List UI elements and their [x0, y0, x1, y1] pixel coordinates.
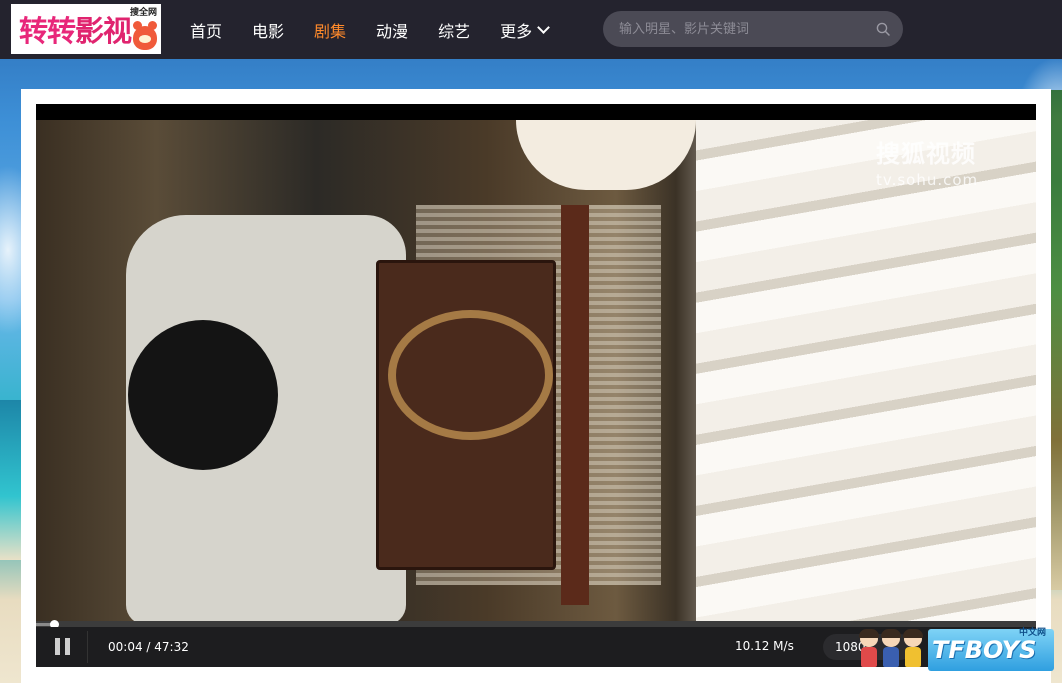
video-scene-head — [128, 320, 278, 470]
nav-item-anime[interactable]: 动漫 — [376, 18, 408, 42]
pause-icon[interactable] — [54, 638, 72, 656]
search-icon[interactable] — [876, 22, 890, 36]
logo-text: 转转影视 — [19, 14, 132, 48]
video-scene-plate — [516, 120, 696, 190]
nav-item-more[interactable]: 更多 — [500, 18, 550, 42]
top-header: 转转影视 搜全网 首页 电影 剧集 动漫 综艺 更多 — [0, 0, 1062, 59]
background-palm — [1050, 90, 1062, 590]
tfboys-badge[interactable]: TFBOYS 中文网 — [856, 627, 1054, 672]
tfboys-cartoon-icon — [856, 627, 928, 672]
nav-item-series[interactable]: 剧集 — [314, 18, 346, 42]
background-sea — [0, 400, 22, 560]
video-player[interactable]: 搜狐视频 tv.sohu.com ◂◂ ▸▸ 00:04 / 47:32 10.… — [36, 104, 1036, 667]
watermark-title: 搜狐视频 — [876, 140, 976, 168]
watermark-url: tv.sohu.com — [876, 171, 979, 189]
sohu-watermark: 搜狐视频 tv.sohu.com — [876, 134, 978, 189]
search-bar — [603, 11, 903, 47]
video-scene-curtain — [696, 120, 1036, 625]
control-divider — [87, 631, 88, 663]
nav-item-movies[interactable]: 电影 — [252, 18, 284, 42]
nav-item-home[interactable]: 首页 — [190, 18, 222, 42]
search-input[interactable] — [619, 19, 859, 39]
video-frame[interactable]: 搜狐视频 tv.sohu.com — [36, 120, 1036, 625]
bear-mascot-icon — [133, 21, 157, 50]
download-speed: 10.12 M/s — [735, 639, 794, 653]
site-logo[interactable]: 转转影视 搜全网 — [11, 4, 161, 54]
video-scene-lid — [561, 205, 589, 605]
main-nav: 首页 电影 剧集 动漫 综艺 更多 — [190, 0, 578, 59]
time-display: 00:04 / 47:32 — [108, 640, 189, 654]
video-scene-basket — [388, 310, 553, 440]
tfboys-subtext: 中文网 — [1018, 628, 1046, 638]
nav-item-variety[interactable]: 综艺 — [438, 18, 470, 42]
tfboys-logo-text: TFBOYS 中文网 — [928, 628, 1054, 671]
logo-subtext: 搜全网 — [129, 8, 157, 18]
chevron-down-icon — [537, 20, 550, 34]
